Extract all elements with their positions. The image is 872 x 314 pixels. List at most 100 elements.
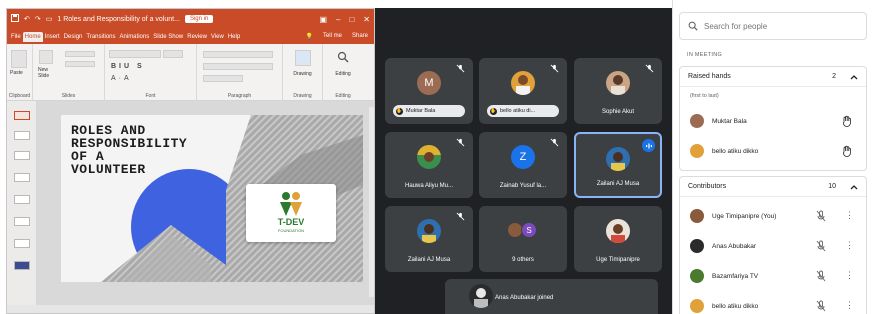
tell-me-input[interactable]: Tell me (321, 31, 344, 42)
paste-button-label[interactable]: Paste (10, 70, 23, 76)
participant-tile[interactable]: Sophie Akut (574, 58, 662, 124)
contributor-row[interactable]: bello atiku dikko ⋮ (680, 295, 866, 314)
chevron-up-icon[interactable] (850, 74, 858, 80)
lightbulb-icon: 💡 (305, 34, 313, 40)
participant-name: 9 others (512, 257, 534, 263)
contributor-row[interactable]: Uge Timipanipre (You) ⋮ (680, 205, 866, 227)
tdev-logo-text: T-DEV (277, 217, 305, 227)
maximize-icon[interactable]: □ (349, 15, 354, 24)
slide-thumbnail[interactable] (14, 239, 30, 248)
reset-control[interactable] (65, 61, 95, 67)
participant-name: bello atiku dikko (712, 147, 759, 155)
menu-insert[interactable]: Insert (43, 32, 62, 42)
slide-thumbnail[interactable] (14, 151, 30, 160)
text-direction-controls[interactable] (203, 75, 243, 82)
search-icon (688, 21, 698, 31)
menu-file[interactable]: File (9, 32, 23, 42)
in-meeting-label: IN MEETING (687, 52, 723, 58)
menu-animations[interactable]: Animations (118, 32, 152, 42)
contributor-row[interactable]: Bazamfariya TV ⋮ (680, 265, 866, 287)
ribbon-display-icon[interactable]: ▣ (319, 15, 327, 24)
menu-slide-show[interactable]: Slide Show (151, 32, 185, 42)
participant-tile[interactable]: Z Zainab Yusuf la... (479, 132, 567, 198)
avatar (690, 239, 704, 253)
contributor-row[interactable]: Anas Abubakar ⋮ (680, 235, 866, 257)
search-input[interactable] (704, 21, 854, 31)
save-icon[interactable] (11, 14, 19, 24)
participant-tile[interactable]: Hauwa Aliyu Mu... (385, 132, 473, 198)
raised-hand-icon[interactable] (842, 115, 852, 127)
hand-icon: ✋ (490, 107, 497, 115)
raised-hands-group: Raised hands 2 (first to last) Muktar Ba… (679, 66, 867, 171)
font-family-select[interactable] (109, 50, 161, 58)
raised-hand-icon[interactable] (842, 145, 852, 157)
ppt-statusbar (7, 305, 374, 313)
new-slide-button-label[interactable]: New Slide (38, 67, 60, 79)
menu-design[interactable]: Design (62, 32, 85, 42)
ribbon-label-font: Font (145, 93, 156, 99)
menu-help[interactable]: Help (226, 32, 242, 42)
contributors-header[interactable]: Contributors 10 (680, 177, 866, 197)
ppt-titlebar: ↶ ↷ ▭ 1 Roles and Responsibility of a vo… (7, 9, 374, 29)
layout-control[interactable] (65, 51, 95, 57)
mic-off-icon (816, 240, 826, 252)
raised-hand-row[interactable]: Muktar Bala (680, 110, 866, 132)
raised-hands-header[interactable]: Raised hands 2 (680, 67, 866, 87)
participant-tile[interactable]: ✋ bello atiku di... (479, 58, 567, 124)
align-controls[interactable] (203, 63, 273, 70)
mic-off-icon (550, 138, 559, 147)
mic-off-icon (456, 212, 465, 221)
slide-thumbnail[interactable] (14, 261, 30, 270)
people-search-box[interactable] (679, 12, 867, 40)
participant-name: Bazamfariya TV (712, 272, 759, 280)
ppt-document-title: 1 Roles and Responsibility of a volunt..… (57, 15, 180, 23)
more-options-icon[interactable]: ⋮ (845, 299, 854, 311)
font-color-icons[interactable]: A·A (111, 75, 132, 82)
current-slide[interactable]: ROLES AND RESPONSIBILITY OF A VOLUNTEER … (61, 115, 363, 282)
participant-name: Uge Timipanipre (You) (712, 212, 777, 220)
font-size-select[interactable] (163, 50, 183, 58)
participant-tile[interactable]: Uge Timipanipre (574, 206, 662, 272)
menu-home[interactable]: Home (22, 31, 43, 42)
sign-in-button[interactable]: Sign in (184, 15, 214, 23)
new-slide-icon[interactable] (39, 50, 53, 64)
more-options-icon[interactable]: ⋮ (845, 239, 854, 251)
font-format-icons[interactable]: BIU S (111, 63, 145, 70)
paste-icon[interactable] (11, 50, 27, 68)
participant-tile[interactable]: M ✋ Muktar Bala (385, 58, 473, 124)
ribbon-label-editing: Editing (335, 93, 351, 99)
participant-tile[interactable]: Zailani AJ Musa (385, 206, 473, 272)
slide-thumbnail[interactable] (14, 131, 30, 140)
slide-thumbnail[interactable] (14, 173, 30, 182)
raised-hand-row[interactable]: bello atiku dikko (680, 140, 866, 162)
drawing-button-label[interactable]: Drawing (283, 71, 322, 77)
menu-review[interactable]: Review (185, 32, 209, 42)
avatar: S (521, 222, 537, 238)
participant-name: Muktar Bala (406, 108, 436, 114)
slide-thumbnail[interactable] (14, 195, 30, 204)
ribbon-label-drawing: Drawing (293, 93, 312, 99)
slide-thumbnail[interactable] (14, 111, 30, 120)
minimize-icon[interactable]: – (336, 15, 340, 24)
chevron-up-icon[interactable] (850, 184, 858, 190)
slide-scrollbar[interactable] (369, 107, 374, 297)
screen: ↶ ↷ ▭ 1 Roles and Responsibility of a vo… (0, 0, 872, 314)
undo-icon[interactable]: ↶ (24, 15, 30, 23)
redo-icon[interactable]: ↷ (35, 15, 41, 23)
slide-thumbnail[interactable] (14, 217, 30, 226)
menu-transitions[interactable]: Transitions (84, 32, 117, 42)
list-controls[interactable] (203, 51, 273, 58)
find-icon[interactable] (337, 50, 349, 68)
editing-button-label[interactable]: Editing (323, 71, 363, 77)
others-tile[interactable]: S 9 others (479, 206, 567, 272)
more-options-icon[interactable]: ⋮ (845, 209, 854, 221)
shapes-icon[interactable] (295, 50, 311, 66)
share-button[interactable]: Share (350, 31, 370, 42)
close-icon[interactable]: ✕ (363, 15, 370, 24)
participant-name: Zailani AJ Musa (407, 257, 451, 263)
slide-title[interactable]: ROLES AND RESPONSIBILITY OF A VOLUNTEER (71, 124, 241, 176)
menu-view[interactable]: View (209, 32, 226, 42)
more-options-icon[interactable]: ⋮ (845, 269, 854, 281)
present-icon[interactable]: ▭ (46, 15, 53, 23)
participant-tile-speaking[interactable]: Zailani AJ Musa (574, 132, 662, 198)
